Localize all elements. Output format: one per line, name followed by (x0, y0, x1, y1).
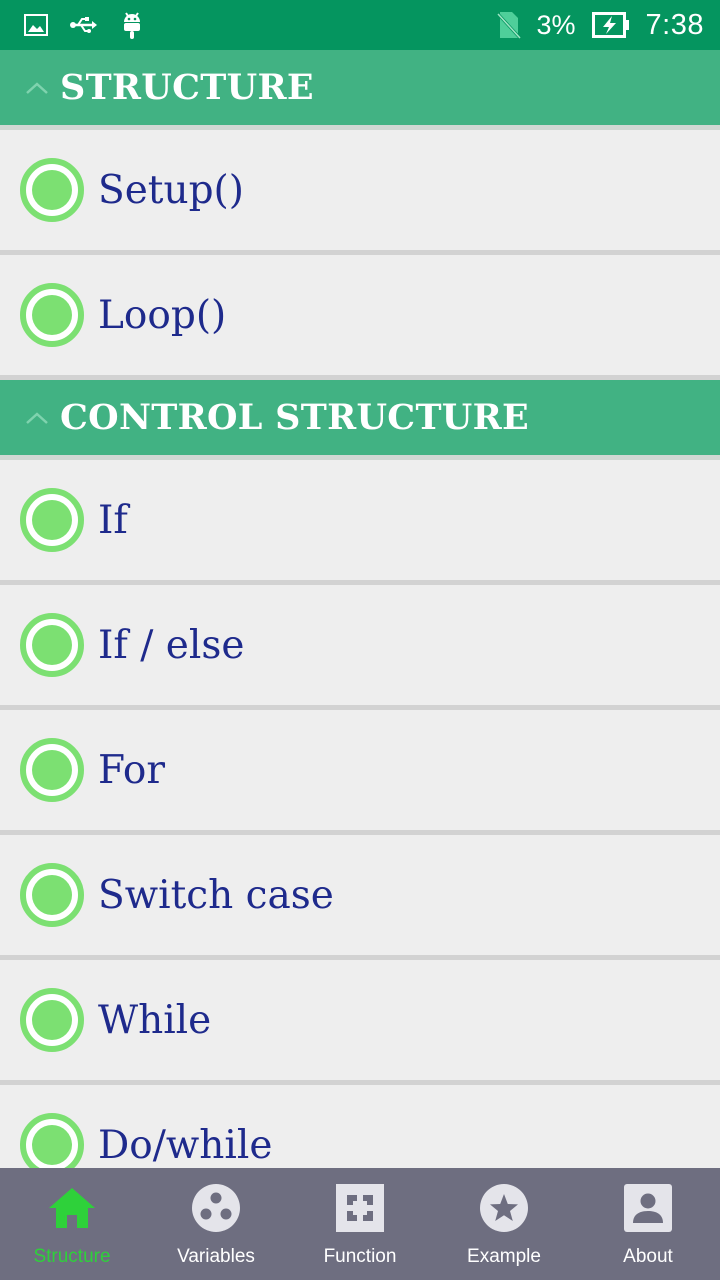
nav-item-structure[interactable]: Structure (0, 1168, 144, 1280)
list-item-label: Switch case (98, 872, 334, 918)
list-item-for[interactable]: For (0, 710, 720, 835)
section-title: CONTROL STRUCTURE (60, 397, 529, 438)
chevron-up-icon (22, 73, 52, 103)
list-item-switch-case[interactable]: Switch case (0, 835, 720, 960)
radio-icon (20, 158, 84, 222)
battery-percent: 3% (536, 9, 576, 40)
chevron-up-icon (22, 403, 52, 433)
radio-icon (20, 863, 84, 927)
android-icon (118, 11, 146, 39)
nav-label: Structure (33, 1246, 111, 1267)
section-header-structure[interactable]: STRUCTURE (0, 50, 720, 130)
radio-icon (20, 738, 84, 802)
home-icon (46, 1182, 98, 1234)
status-right-icons: 3% 7:38 (481, 9, 720, 42)
status-bar: 3% 7:38 (0, 0, 720, 50)
usb-icon (70, 11, 98, 39)
list-item-label: While (98, 997, 212, 1043)
image-icon (22, 11, 50, 39)
list-item-while[interactable]: While (0, 960, 720, 1085)
section-header-control-structure[interactable]: CONTROL STRUCTURE (0, 380, 720, 460)
about-icon (622, 1182, 674, 1234)
list-item-label: Loop() (98, 292, 227, 338)
battery-charging-icon (591, 12, 630, 38)
bottom-nav: Structure Variables Function Example Abo… (0, 1168, 720, 1280)
radio-icon (20, 283, 84, 347)
nav-item-variables[interactable]: Variables (144, 1168, 288, 1280)
list-item-label: Do/while (98, 1122, 273, 1168)
radio-icon (20, 1113, 84, 1168)
status-left-icons (0, 11, 166, 39)
nav-label: About (623, 1246, 673, 1267)
radio-icon (20, 488, 84, 552)
nav-item-function[interactable]: Function (288, 1168, 432, 1280)
list-item-setup[interactable]: Setup() (0, 130, 720, 255)
nav-item-about[interactable]: About (576, 1168, 720, 1280)
list-item-if[interactable]: If (0, 460, 720, 585)
clock: 7:38 (645, 8, 704, 41)
no-sim-icon (496, 10, 521, 40)
list-item-label: If / else (98, 622, 245, 668)
topic-list[interactable]: STRUCTURE Setup() Loop() CONTROL STRUCTU… (0, 50, 720, 1168)
list-item-label: For (98, 747, 166, 793)
list-item-loop[interactable]: Loop() (0, 255, 720, 380)
variables-icon (190, 1182, 242, 1234)
function-icon (334, 1182, 386, 1234)
list-item-if-else[interactable]: If / else (0, 585, 720, 710)
radio-icon (20, 613, 84, 677)
list-item-do-while[interactable]: Do/while (0, 1085, 720, 1168)
radio-icon (20, 988, 84, 1052)
nav-item-example[interactable]: Example (432, 1168, 576, 1280)
star-icon (478, 1182, 530, 1234)
section-title: STRUCTURE (60, 67, 314, 108)
nav-label: Variables (177, 1246, 255, 1267)
list-item-label: Setup() (98, 167, 244, 213)
nav-label: Function (323, 1246, 397, 1267)
nav-label: Example (467, 1246, 541, 1267)
list-item-label: If (98, 497, 128, 543)
